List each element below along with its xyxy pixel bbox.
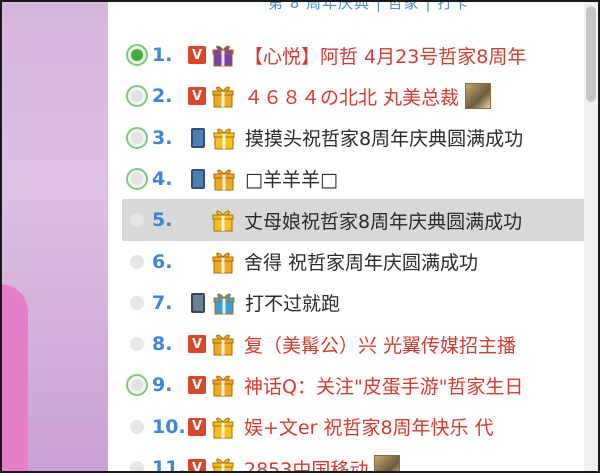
- user-name[interactable]: 神话Q：关注"皮蛋手游"哲家生日: [244, 372, 523, 399]
- status-dot: [131, 172, 143, 185]
- screenshot-frame: 第 8 周年庆典 | 哲家 | 打卡 1. V 【心悦】阿哲 4月23号哲家8周年 2…: [0, 0, 600, 473]
- rank-number: 8.: [152, 333, 173, 356]
- user-name[interactable]: 摸摸头祝哲家8周年庆典圆满成功: [245, 124, 523, 151]
- ranking-row[interactable]: 4. □羊羊羊□: [122, 158, 582, 200]
- online-status-icon: [122, 40, 152, 70]
- user-name[interactable]: 【心悦】阿哲 4月23号哲家8周年: [244, 42, 526, 69]
- list-scrollbar[interactable]: [584, 2, 598, 471]
- mobile-device-icon: [191, 127, 205, 148]
- rank-number: 6.: [152, 250, 173, 273]
- gift-icon: [210, 331, 236, 357]
- online-status-icon: [122, 412, 152, 442]
- gift-icon: [211, 125, 237, 151]
- video-preview-panel: [2, 2, 108, 471]
- mobile-device-icon: [191, 292, 205, 313]
- mobile-device-icon: [191, 168, 205, 189]
- rank-number: 2.: [152, 85, 173, 108]
- status-ring: [126, 374, 148, 397]
- ranking-row[interactable]: 2. V ４６８４の北北 丸美总裁: [122, 75, 582, 117]
- user-name[interactable]: 2853中国移动: [244, 455, 368, 472]
- ranking-row[interactable]: 10. V 娱+文er 祝哲家8周年快乐 代: [122, 406, 582, 448]
- status-ring: [126, 167, 148, 190]
- ranking-row[interactable]: 6. 舍得 祝哲家周年庆圆满成功: [122, 241, 582, 283]
- rank-number: 1.: [152, 44, 173, 66]
- streamer-figure: [2, 284, 28, 471]
- online-status-icon: [122, 370, 152, 400]
- user-avatar-icon: [374, 455, 401, 471]
- rank-number: 10.: [152, 415, 186, 438]
- status-dot: [131, 131, 143, 144]
- user-name[interactable]: □羊羊羊□: [245, 165, 338, 192]
- ranking-row[interactable]: 7. 打不过就跑: [122, 282, 582, 324]
- gift-icon: [210, 455, 236, 471]
- online-status-icon: [122, 164, 152, 194]
- gift-icon: [210, 249, 236, 275]
- online-status-icon: [122, 453, 152, 471]
- rank-number: 5.: [152, 209, 173, 232]
- rank-number: 11.: [152, 457, 186, 473]
- scrollbar-thumb[interactable]: [586, 6, 596, 102]
- user-name[interactable]: ４６８４の北北 丸美总裁: [244, 83, 459, 110]
- rank-number: 3.: [152, 126, 173, 149]
- vip-badge-icon: V: [188, 459, 206, 471]
- ranking-row[interactable]: 3. 摸摸头祝哲家8周年庆典圆满成功: [122, 117, 582, 159]
- status-dot: [130, 254, 144, 269]
- status-dot: [130, 295, 144, 310]
- status-dot: [130, 213, 144, 228]
- online-status-icon: [122, 123, 152, 153]
- list-header-text: 第 8 周年庆典 | 哲家 | 打卡: [268, 0, 470, 12]
- ranking-row[interactable]: 5. 丈母娘祝哲家8周年庆典圆满成功: [122, 199, 584, 242]
- ranking-row[interactable]: 1. V 【心悦】阿哲 4月23号哲家8周年: [122, 34, 582, 76]
- status-dot: [131, 49, 143, 61]
- rank-number: 9.: [152, 374, 173, 397]
- online-status-icon: [122, 81, 152, 111]
- user-name[interactable]: 娱+文er 祝哲家8周年快乐 代: [244, 413, 494, 440]
- vip-badge-icon: V: [188, 335, 206, 354]
- vip-badge-icon: V: [188, 87, 206, 106]
- status-dot: [130, 419, 144, 434]
- status-dot: [131, 379, 143, 392]
- status-ring: [126, 126, 148, 149]
- user-name[interactable]: 丈母娘祝哲家8周年庆典圆满成功: [244, 207, 522, 234]
- status-dot: [130, 337, 144, 352]
- rank-number: 4.: [152, 167, 173, 190]
- vip-badge-icon: V: [188, 376, 206, 395]
- ranking-row[interactable]: 11. V 2853中国移动: [122, 447, 582, 473]
- status-ring: [126, 44, 148, 66]
- online-status-icon: [122, 288, 152, 318]
- gift-icon: [211, 166, 237, 192]
- gift-icon: [210, 414, 236, 440]
- vip-badge-icon: V: [188, 417, 206, 436]
- ranking-row[interactable]: 8. V 复（美髯公）兴 光翼传媒招主播: [122, 323, 582, 365]
- status-ring: [126, 85, 148, 108]
- status-dot: [130, 461, 144, 471]
- rank-number: 7.: [152, 291, 173, 314]
- user-avatar-icon: [465, 83, 492, 110]
- gift-icon: [210, 42, 236, 68]
- fan-ranking-list: 第 8 周年庆典 | 哲家 | 打卡 1. V 【心悦】阿哲 4月23号哲家8周年 2…: [108, 2, 598, 471]
- gift-icon: [211, 290, 237, 316]
- online-status-icon: [122, 205, 152, 235]
- gift-icon: [210, 207, 236, 233]
- user-name[interactable]: 复（美髯公）兴 光翼传媒招主播: [244, 331, 516, 358]
- online-status-icon: [122, 247, 152, 277]
- vip-badge-icon: V: [188, 46, 206, 64]
- gift-icon: [210, 372, 236, 398]
- user-name[interactable]: 打不过就跑: [245, 289, 340, 316]
- gift-icon: [210, 83, 236, 109]
- ranking-row[interactable]: 9. V 神话Q：关注"皮蛋手游"哲家生日: [122, 364, 582, 406]
- status-dot: [131, 90, 143, 103]
- online-status-icon: [122, 329, 152, 359]
- user-name[interactable]: 舍得 祝哲家周年庆圆满成功: [244, 248, 478, 275]
